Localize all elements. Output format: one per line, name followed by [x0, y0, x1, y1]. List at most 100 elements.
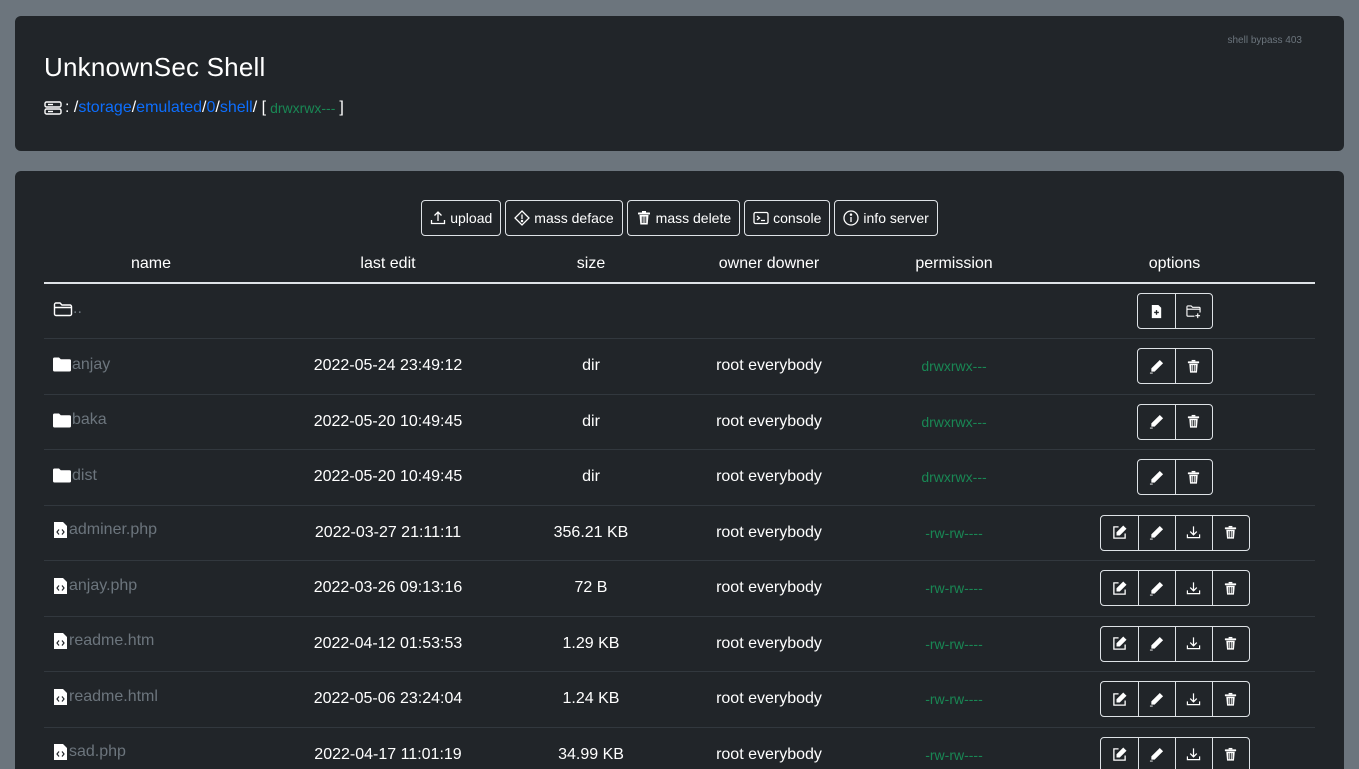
column-header-options: options	[1034, 245, 1315, 284]
breadcrumb-storage[interactable]: storage	[78, 99, 131, 117]
delete-button[interactable]	[1211, 515, 1249, 550]
rename-button[interactable]	[1137, 682, 1175, 717]
size-cell: dir	[518, 449, 664, 506]
owner-cell: root everybody	[664, 338, 874, 395]
file-name-link[interactable]: anjay.php	[69, 577, 137, 595]
table-row: adminer.php 2022-03-27 21:11:11 356.21 KB r…	[44, 505, 1315, 561]
breadcrumb-shell[interactable]: shell	[220, 99, 253, 117]
upload-button[interactable]: upload	[421, 200, 502, 236]
rename-button[interactable]	[1138, 405, 1175, 439]
table-cell	[874, 283, 1034, 339]
file-code-icon	[53, 521, 68, 539]
delete-button[interactable]	[1174, 404, 1212, 439]
download-button[interactable]	[1174, 571, 1212, 606]
download-button[interactable]	[1174, 626, 1212, 661]
row-options-group	[1099, 736, 1250, 769]
file-table: name last edit size owner downer permiss…	[44, 245, 1315, 769]
edit-file-button[interactable]	[1101, 516, 1138, 550]
parent-directory-link[interactable]: ..	[44, 283, 258, 339]
size-cell: 356.21 KB	[518, 505, 664, 561]
console-label: console	[773, 210, 822, 226]
owner-cell: root everybody	[664, 727, 874, 769]
owner-cell: root everybody	[664, 616, 874, 672]
rename-button[interactable]	[1137, 737, 1175, 769]
upload-label: upload	[450, 210, 493, 226]
table-row: anjay 2022-05-24 23:49:12 dir root everybod…	[44, 338, 1315, 395]
edit-file-button[interactable]	[1101, 738, 1138, 769]
delete-button[interactable]	[1174, 349, 1212, 384]
bypass-note: shell bypass 403	[1227, 35, 1303, 46]
file-name-link[interactable]: readme.htm	[69, 632, 154, 650]
current-dir-permission: drwxrwx---	[270, 100, 336, 116]
pencil-square-icon	[1112, 525, 1127, 540]
permission-cell: drwxrwx---	[874, 338, 1034, 395]
delete-button[interactable]	[1211, 682, 1249, 717]
name-cell: dist	[44, 449, 258, 506]
permission-close-bracket: ]	[339, 99, 344, 116]
parent-directory-label: ..	[73, 300, 82, 317]
parent-directory-row[interactable]: ..	[44, 283, 1315, 339]
table-row: sad.php 2022-04-17 11:01:19 34.99 KB root e…	[44, 727, 1315, 769]
size-cell: dir	[518, 338, 664, 395]
owner-cell: root everybody	[664, 560, 874, 617]
new-folder-button[interactable]	[1174, 294, 1212, 328]
breadcrumb-separator: /	[69, 99, 79, 116]
file-name-link[interactable]: anjay	[72, 356, 110, 374]
info-server-button[interactable]: info server	[834, 200, 938, 236]
column-header-owner: owner downer	[664, 245, 874, 284]
folder-fill-icon	[53, 468, 71, 483]
rename-button[interactable]	[1138, 349, 1175, 383]
name-cell: baka	[44, 394, 258, 450]
download-button[interactable]	[1174, 682, 1212, 717]
permission-cell: -rw-rw----	[874, 671, 1034, 728]
size-cell: 72 B	[518, 560, 664, 617]
mass-delete-button[interactable]: mass delete	[626, 200, 741, 236]
file-name-link[interactable]: adminer.php	[69, 521, 157, 539]
delete-button[interactable]	[1174, 460, 1212, 495]
column-header-permission: permission	[874, 245, 1034, 284]
permission-cell: drwxrwx---	[874, 394, 1034, 450]
rename-button[interactable]	[1138, 460, 1175, 494]
rename-button[interactable]	[1137, 571, 1175, 606]
edit-file-button[interactable]	[1101, 682, 1138, 716]
name-cell: anjay.php	[44, 560, 258, 617]
edit-file-button[interactable]	[1101, 627, 1138, 661]
hdd-icon	[44, 101, 62, 115]
breadcrumb: : / storage / emulated / 0 / shell / [ d…	[44, 99, 344, 117]
new-file-button[interactable]	[1138, 294, 1175, 328]
pencil-icon	[1149, 581, 1164, 596]
name-cell: anjay	[44, 338, 258, 395]
download-button[interactable]	[1174, 737, 1212, 769]
trash-icon	[1223, 525, 1238, 540]
permission-cell: -rw-rw----	[874, 727, 1034, 769]
terminal-icon	[753, 210, 769, 226]
edit-file-button[interactable]	[1101, 571, 1138, 605]
rename-button[interactable]	[1137, 515, 1175, 550]
permission-cell: -rw-rw----	[874, 560, 1034, 617]
size-cell: dir	[518, 394, 664, 450]
rename-button[interactable]	[1137, 626, 1175, 661]
options-cell	[1034, 394, 1315, 450]
delete-button[interactable]	[1211, 737, 1249, 769]
breadcrumb-emulated[interactable]: emulated	[136, 99, 202, 117]
delete-button[interactable]	[1211, 571, 1249, 606]
breadcrumb-0[interactable]: 0	[206, 99, 215, 117]
file-name-link[interactable]: baka	[72, 411, 107, 429]
download-button[interactable]	[1174, 515, 1212, 550]
name-cell: sad.php	[44, 727, 258, 769]
file-name-link[interactable]: readme.html	[69, 688, 158, 706]
mass-deface-label: mass deface	[534, 210, 614, 226]
console-button[interactable]: console	[744, 200, 831, 236]
owner-cell: root everybody	[664, 505, 874, 561]
trash-icon	[1223, 636, 1238, 651]
download-icon	[1186, 636, 1201, 651]
page-title: UnknownSec Shell	[44, 52, 266, 82]
file-name-link[interactable]: dist	[72, 467, 97, 485]
pencil-icon	[1149, 470, 1164, 485]
file-name-link[interactable]: sad.php	[69, 743, 126, 761]
name-cell: adminer.php	[44, 505, 258, 561]
mass-deface-button[interactable]: mass deface	[505, 200, 623, 236]
delete-button[interactable]	[1211, 626, 1249, 661]
name-cell: readme.htm	[44, 616, 258, 672]
last-edit-cell: 2022-03-26 09:13:16	[258, 560, 518, 617]
